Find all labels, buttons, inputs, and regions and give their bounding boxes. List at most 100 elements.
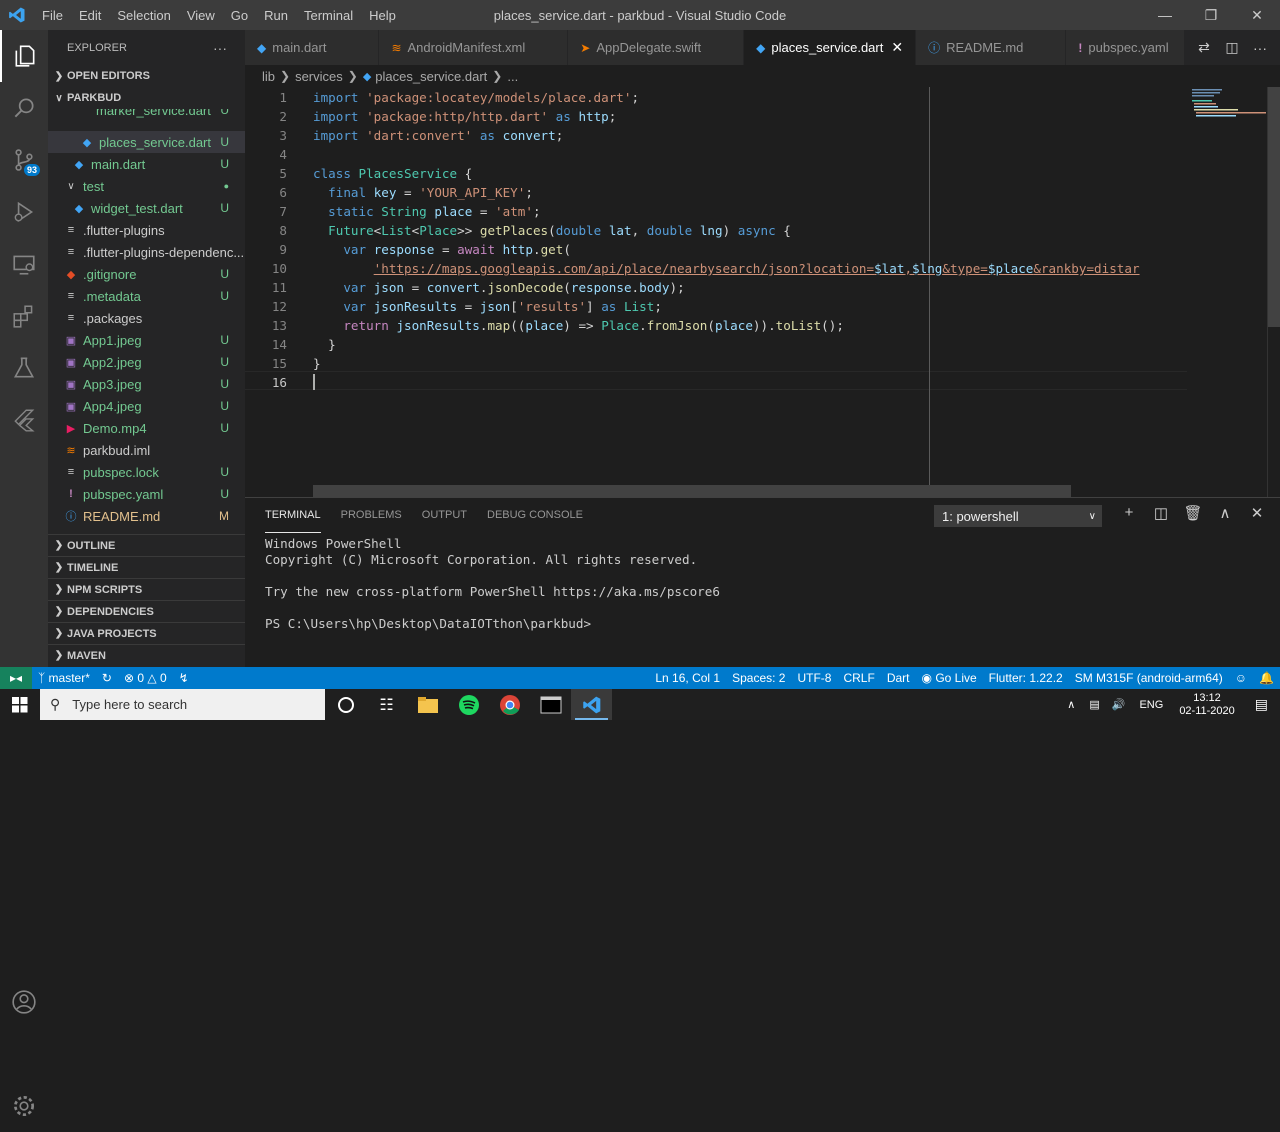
maven-section[interactable]: ❯ MAVEN: [48, 644, 245, 666]
close-panel-icon[interactable]: ✕: [1241, 504, 1273, 522]
tab-places-service[interactable]: ◆ places_service.dart ✕: [744, 30, 917, 65]
tree-item-parkbud-iml[interactable]: ≋ parkbud.iml: [48, 439, 245, 461]
cortana-button[interactable]: [325, 689, 366, 720]
tab-problems[interactable]: PROBLEMS: [341, 498, 402, 533]
line-ending[interactable]: CRLF: [837, 671, 880, 685]
tab-android-manifest[interactable]: ≋ AndroidManifest.xml: [379, 30, 569, 65]
file-explorer-button[interactable]: [407, 689, 448, 720]
tree-item-app1[interactable]: ▣ App1.jpeg U: [48, 329, 245, 351]
menu-file[interactable]: File: [34, 8, 71, 23]
remote-indicator[interactable]: ▸◂: [0, 667, 32, 689]
menu-go[interactable]: Go: [223, 8, 256, 23]
tab-main-dart[interactable]: ◆ main.dart: [245, 30, 380, 65]
testing-activity[interactable]: [0, 342, 48, 394]
split-terminal-icon[interactable]: ◫: [1145, 504, 1177, 522]
go-live[interactable]: ◉ Go Live: [915, 671, 982, 685]
open-editors-section[interactable]: ❯ OPEN EDITORS: [48, 65, 245, 87]
bell-icon[interactable]: 🔔: [1253, 671, 1280, 685]
menu-terminal[interactable]: Terminal: [296, 8, 361, 23]
tree-item-flutter-plugins-dependencies[interactable]: ≡ .flutter-plugins-dependenc...: [48, 241, 245, 263]
tree-item-app2[interactable]: ▣ App2.jpeg U: [48, 351, 245, 373]
terminal-select[interactable]: 1: powershell ∨: [934, 505, 1102, 527]
sync-icon[interactable]: ↻: [96, 671, 118, 685]
problems-status[interactable]: ⊗ 0 △ 0: [118, 671, 173, 685]
run-debug-activity[interactable]: [0, 186, 48, 238]
tree-item-packages[interactable]: ≡ .packages: [48, 307, 245, 329]
tree-item-demo-mp4[interactable]: ▶ Demo.mp4 U: [48, 417, 245, 439]
clock[interactable]: 13:12 02-11-2020: [1171, 692, 1242, 718]
java-projects-section[interactable]: ❯ JAVA PROJECTS: [48, 622, 245, 644]
project-section[interactable]: ∨ PARKBUD: [48, 87, 245, 109]
tree-item-app4[interactable]: ▣ App4.jpeg U: [48, 395, 245, 417]
lightning-icon[interactable]: ↯: [173, 671, 195, 685]
tree-item-main-dart[interactable]: ◆ main.dart U: [48, 153, 245, 175]
menu-selection[interactable]: Selection: [109, 8, 178, 23]
more-actions-icon[interactable]: ···: [213, 40, 227, 56]
tree-item-places-service[interactable]: ◆ places_service.dart U: [48, 131, 245, 153]
breadcrumb-lib[interactable]: lib: [262, 69, 275, 84]
menu-view[interactable]: View: [179, 8, 223, 23]
spotify-button[interactable]: [448, 689, 489, 720]
network-icon[interactable]: ▤: [1083, 698, 1105, 711]
tab-debug-console[interactable]: DEBUG CONSOLE: [487, 498, 583, 533]
tree-item-pubspec-yaml[interactable]: ! pubspec.yaml U: [48, 483, 245, 505]
tree-item-widget-test[interactable]: ◆ widget_test.dart U: [48, 197, 245, 219]
menu-edit[interactable]: Edit: [71, 8, 109, 23]
extensions-activity[interactable]: [0, 290, 48, 342]
flutter-version[interactable]: Flutter: 1.22.2: [983, 671, 1069, 685]
maximize-button[interactable]: ❐: [1188, 0, 1234, 30]
explorer-activity[interactable]: [0, 30, 48, 82]
close-window-button[interactable]: ✕: [1234, 0, 1280, 30]
task-view-button[interactable]: ☷: [366, 689, 407, 720]
remote-explorer-activity[interactable]: [0, 238, 48, 290]
tree-item-pubspec-lock[interactable]: ≡ pubspec.lock U: [48, 461, 245, 483]
tab-readme[interactable]: ⓘ README.md: [916, 30, 1067, 65]
tree-item-app3[interactable]: ▣ App3.jpeg U: [48, 373, 245, 395]
flutter-activity[interactable]: [0, 394, 48, 446]
timeline-section[interactable]: ❯ TIMELINE: [48, 556, 245, 578]
windows-start-button[interactable]: [0, 689, 40, 720]
menu-help[interactable]: Help: [361, 8, 404, 23]
new-terminal-icon[interactable]: +: [1113, 504, 1145, 522]
outline-section[interactable]: ❯ OUTLINE: [48, 534, 245, 556]
menu-run[interactable]: Run: [256, 8, 296, 23]
tree-folder-test[interactable]: ∨ test ●: [48, 175, 245, 197]
vscode-taskbar-button[interactable]: [571, 689, 612, 720]
minimize-button[interactable]: —: [1142, 0, 1188, 30]
indentation[interactable]: Spaces: 2: [726, 671, 791, 685]
tree-item-gitignore[interactable]: ◆ .gitignore U: [48, 263, 245, 285]
tree-item-flutter-plugins[interactable]: ≡ .flutter-plugins: [48, 219, 245, 241]
compare-icon[interactable]: ⇄: [1190, 39, 1218, 56]
encoding[interactable]: UTF-8: [791, 671, 837, 685]
cursor-position[interactable]: Ln 16, Col 1: [649, 671, 726, 685]
volume-icon[interactable]: 🔊: [1106, 698, 1132, 711]
vertical-scrollbar-thumb[interactable]: [1268, 87, 1280, 327]
source-control-activity[interactable]: 93: [0, 134, 48, 186]
tree-item-readme[interactable]: ⓘ README.md M: [48, 505, 245, 527]
breadcrumb-symbol[interactable]: ...: [507, 69, 518, 84]
tab-output[interactable]: OUTPUT: [422, 498, 467, 533]
breadcrumb-services[interactable]: services: [295, 69, 343, 84]
terminal-app-button[interactable]: [530, 689, 571, 720]
breadcrumb-file[interactable]: places_service.dart: [375, 69, 487, 84]
close-tab-icon[interactable]: ✕: [891, 39, 903, 56]
branch-status[interactable]: ᛉ master*: [32, 671, 96, 685]
minimap[interactable]: [1187, 87, 1267, 497]
manage-activity[interactable]: [0, 1080, 48, 1132]
maximize-panel-icon[interactable]: ∧: [1209, 504, 1241, 522]
terminal-output[interactable]: Windows PowerShell Copyright (C) Microso…: [265, 536, 720, 632]
language-indicator[interactable]: ENG: [1131, 699, 1171, 711]
horizontal-scrollbar-thumb[interactable]: [313, 485, 1071, 497]
search-activity[interactable]: [0, 82, 48, 134]
tree-item-marker-service[interactable]: marker_service.dart U: [96, 109, 245, 121]
notifications-icon[interactable]: ▤: [1243, 696, 1280, 713]
more-actions-icon[interactable]: ···: [1246, 40, 1274, 56]
trash-icon[interactable]: 🗑: [1177, 504, 1209, 522]
accounts-activity[interactable]: [0, 976, 48, 1028]
tab-terminal[interactable]: TERMINAL: [265, 498, 321, 533]
tab-app-delegate[interactable]: ➤ AppDelegate.swift: [568, 30, 745, 65]
chevron-up-icon[interactable]: ∧: [1059, 698, 1083, 711]
npm-scripts-section[interactable]: ❯ NPM SCRIPTS: [48, 578, 245, 600]
split-editor-icon[interactable]: ◫: [1218, 39, 1246, 56]
tree-item-metadata[interactable]: ≡ .metadata U: [48, 285, 245, 307]
